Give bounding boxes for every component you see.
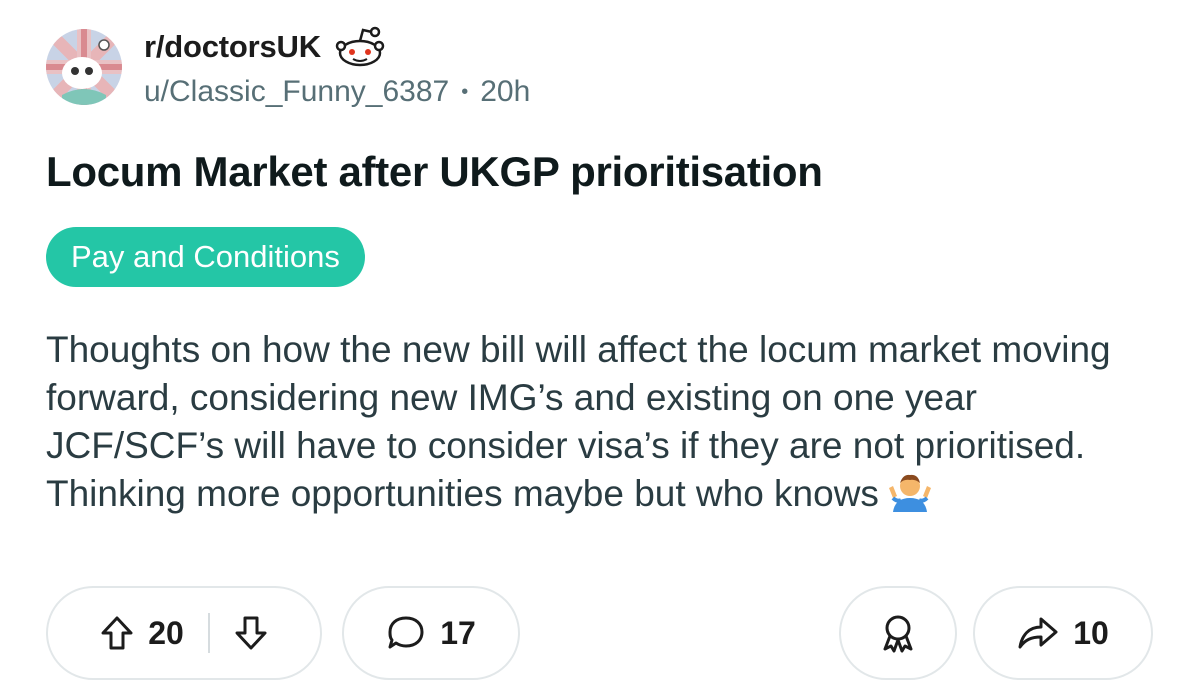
downvote-icon[interactable] bbox=[234, 615, 268, 651]
post-meta: r/doctorsUK u/Classic_Funny_6387 • 20h bbox=[144, 25, 530, 109]
post-body: Thoughts on how the new bill will affect… bbox=[46, 326, 1156, 518]
post-flair[interactable]: Pay and Conditions bbox=[46, 227, 365, 287]
post-card: r/doctorsUK u/Classic_Funny_6387 • 20h L… bbox=[0, 0, 1199, 698]
upvote-count: 20 bbox=[148, 614, 184, 651]
vote-control: 20 bbox=[46, 586, 322, 680]
vote-divider bbox=[207, 613, 210, 653]
comment-icon bbox=[386, 614, 426, 652]
post-time: 20h bbox=[480, 75, 531, 108]
share-count: 10 bbox=[1073, 614, 1109, 651]
post-body-text: Thoughts on how the new bill will affect… bbox=[46, 329, 1111, 514]
subreddit-name[interactable]: r/doctorsUK bbox=[144, 29, 321, 65]
upvote-icon[interactable] bbox=[100, 615, 134, 651]
snoo-icon bbox=[335, 25, 385, 69]
subreddit-avatar[interactable] bbox=[46, 29, 122, 105]
award-icon bbox=[879, 613, 917, 653]
share-button[interactable]: 10 bbox=[973, 586, 1153, 680]
comment-count: 17 bbox=[440, 614, 476, 651]
subreddit-row: r/doctorsUK bbox=[144, 25, 530, 69]
meta-separator: • bbox=[461, 80, 469, 103]
post-header: r/doctorsUK u/Classic_Funny_6387 • 20h bbox=[46, 22, 530, 112]
shrug-emoji bbox=[887, 472, 933, 514]
share-icon bbox=[1017, 615, 1059, 651]
post-title[interactable]: Locum Market after UKGP prioritisation bbox=[46, 148, 823, 196]
author-row: u/Classic_Funny_6387 • 20h bbox=[144, 75, 530, 109]
comment-button[interactable]: 17 bbox=[342, 586, 520, 680]
award-button[interactable] bbox=[839, 586, 957, 680]
author-name[interactable]: u/Classic_Funny_6387 bbox=[144, 75, 449, 109]
